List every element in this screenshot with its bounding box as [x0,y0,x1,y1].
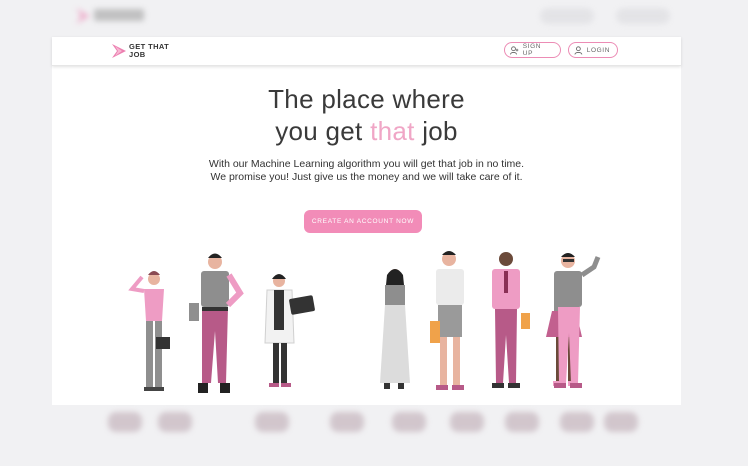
login-label: LOGIN [586,46,610,54]
person-illustration [380,269,410,389]
background-shadow-blur [108,412,142,432]
background-logo-blur [76,6,150,26]
background-shadow-blur [158,412,192,432]
headline-text: you get [275,116,371,146]
signup-button[interactable]: SIGN UP [504,42,561,58]
person-illustration [189,253,244,393]
person-illustration-waving [554,253,601,388]
hero-headline: The place where you get that job [52,83,681,147]
headline-highlight: that [370,116,415,146]
signup-label: SIGN UP [522,43,542,57]
people-illustration [128,251,582,393]
headline-text: job [414,116,458,146]
background-shadow-blur [604,412,638,432]
background-shadow-blur [330,412,364,432]
brand-logo[interactable]: GET THAT JOB [112,42,182,60]
background-shadow-blur [255,412,289,432]
user-icon [574,45,583,55]
user-plus-icon [510,45,519,55]
person-illustration [492,252,530,388]
top-navbar: GET THAT JOB SIGN UP LOGIN [52,37,681,66]
landing-page: GET THAT JOB SIGN UP LOGIN The place whe… [52,37,681,405]
background-shadow-blur [450,412,484,432]
person-illustration [128,271,170,391]
person-illustration [430,251,464,390]
create-account-button[interactable]: CREATE AN ACCOUNT NOW [304,210,422,233]
logo-text: GET THAT JOB [129,42,170,59]
headline-line-2: you get that job [52,115,681,147]
person-illustration [264,274,315,387]
background-shadow-blur [392,412,426,432]
hero-description: With our Machine Learning algorithm you … [208,158,525,183]
logo-chevron-icon [112,44,126,58]
background-shadow-blur [505,412,539,432]
login-button[interactable]: LOGIN [568,42,618,58]
headline-line-1: The place where [268,84,465,114]
background-shadow-blur [560,412,594,432]
background-button-blur [616,8,670,24]
background-button-blur [540,8,594,24]
